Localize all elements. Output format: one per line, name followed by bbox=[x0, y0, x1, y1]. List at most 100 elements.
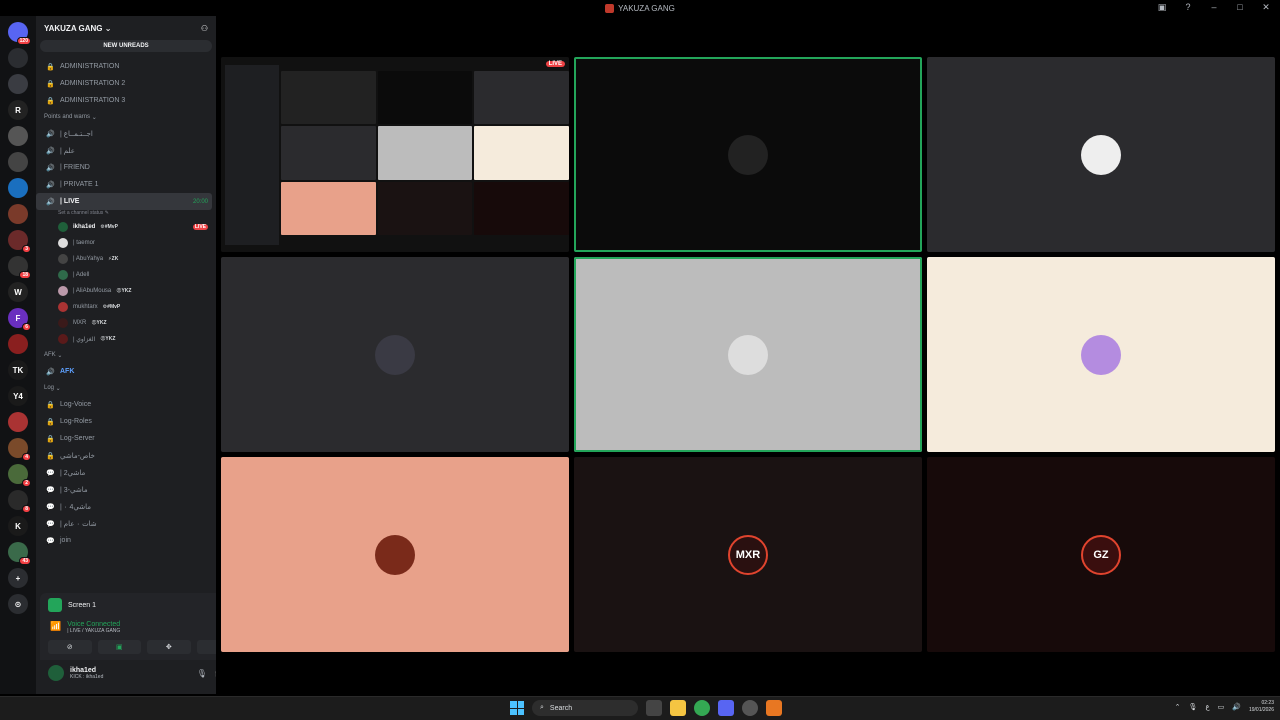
text-channel[interactable]: 💬 | ماشي4 ٠ bbox=[36, 498, 216, 515]
task-view-icon[interactable] bbox=[646, 700, 662, 716]
text-channel[interactable]: 🔒 Log-Roles bbox=[36, 413, 216, 430]
windows-start-icon[interactable] bbox=[510, 701, 524, 715]
tray-chevron-icon[interactable]: ⌃ bbox=[1175, 703, 1181, 711]
server-icon[interactable]: TK bbox=[8, 360, 28, 380]
screen-share-button[interactable]: ▣ bbox=[97, 640, 141, 654]
avatar bbox=[58, 270, 68, 280]
server-icon[interactable]: 2 bbox=[8, 464, 31, 487]
server-icon[interactable]: 18 bbox=[8, 256, 31, 279]
member-name: MXR bbox=[73, 320, 87, 326]
category-points[interactable]: Points and warns ⌄ bbox=[36, 109, 216, 125]
server-icon[interactable] bbox=[8, 74, 28, 94]
file-explorer-icon[interactable] bbox=[670, 700, 686, 716]
soundboard-button[interactable]: ♫ bbox=[196, 640, 216, 654]
input-language[interactable]: ع bbox=[1205, 703, 1209, 711]
server-icon[interactable] bbox=[8, 126, 28, 146]
inbox-icon[interactable]: ▣ bbox=[1156, 2, 1168, 13]
minimize-icon[interactable]: – bbox=[1208, 2, 1220, 13]
participant-tile[interactable]: MXR bbox=[574, 457, 922, 652]
voice-channel-afk[interactable]: 🔊 AFK bbox=[36, 363, 216, 380]
participant-tile[interactable] bbox=[927, 57, 1275, 252]
server-icon[interactable]: 4 bbox=[8, 438, 31, 461]
help-icon[interactable]: ? bbox=[1182, 2, 1194, 13]
text-channel[interactable]: 🔒 Log-Voice bbox=[36, 396, 216, 413]
network-icon[interactable]: ▭ bbox=[1218, 703, 1225, 711]
volume-icon[interactable]: 🔊 bbox=[1232, 703, 1241, 711]
close-icon[interactable]: ✕ bbox=[1260, 2, 1272, 13]
camera-button[interactable]: ⊘ bbox=[48, 640, 92, 654]
voice-channel[interactable]: 🔊 | علم bbox=[36, 142, 216, 159]
chrome-icon[interactable] bbox=[694, 700, 710, 716]
voice-channel[interactable]: 🔊 | PRIVATE 1 bbox=[36, 176, 216, 193]
mic-icon[interactable]: 🎙 bbox=[197, 669, 207, 678]
voice-member[interactable]: | taemor bbox=[36, 235, 216, 251]
avatar bbox=[375, 534, 415, 575]
participant-tile[interactable]: GZ bbox=[927, 457, 1275, 652]
voice-location[interactable]: | LIVE / YAKUZA GANG bbox=[67, 628, 120, 634]
taskbar-search[interactable]: ⌕ Search bbox=[532, 700, 638, 716]
text-channel[interactable]: 💬 join bbox=[36, 532, 216, 549]
voice-channel[interactable]: 🔊 | اجــتـمــاع bbox=[36, 125, 216, 142]
text-channel[interactable]: 💬 | ماشي2 bbox=[36, 464, 216, 481]
server-icon[interactable]: + bbox=[8, 568, 28, 588]
text-channel[interactable]: 🔒 Log-Server bbox=[36, 430, 216, 447]
screen-share-tile[interactable]: LIVE bbox=[221, 57, 569, 252]
vlc-icon[interactable] bbox=[766, 700, 782, 716]
voice-member[interactable]: | Adell bbox=[36, 267, 216, 283]
voice-connected-label[interactable]: Voice Connected bbox=[67, 621, 120, 628]
server-icon[interactable]: 120 bbox=[8, 22, 31, 45]
server-icon[interactable] bbox=[8, 204, 28, 224]
maximize-icon[interactable]: □ bbox=[1234, 2, 1246, 13]
text-channel[interactable]: 🔒 خاص-ماشي bbox=[36, 447, 216, 464]
server-icon[interactable]: 43 bbox=[8, 542, 31, 565]
screen-share-row[interactable]: Screen 1 ⧉ ▤ bbox=[40, 593, 216, 617]
participant-tile[interactable] bbox=[221, 457, 569, 652]
server-icon[interactable]: 3 bbox=[8, 230, 31, 253]
participant-tile[interactable] bbox=[927, 257, 1275, 452]
voice-member[interactable]: MXR 😡YKZ bbox=[36, 315, 216, 331]
settings-app-icon[interactable] bbox=[742, 700, 758, 716]
text-channel[interactable]: 💬 | شات ٠ عام bbox=[36, 515, 216, 532]
text-channel[interactable]: 🔒 ADMINISTRATION 2 bbox=[36, 75, 216, 92]
server-icon[interactable] bbox=[8, 152, 28, 172]
user-area[interactable]: ikha1ed KICK : ikha1ed 🎙 🎧 ⚙ bbox=[40, 660, 216, 686]
category-afk[interactable]: AFK ⌄ bbox=[36, 347, 216, 363]
server-icon[interactable] bbox=[8, 48, 28, 68]
text-channel[interactable]: 💬 | ماشي-3 bbox=[36, 481, 216, 498]
server-icon[interactable]: ⊙ bbox=[8, 594, 28, 614]
voice-channel-live[interactable]: 🔊 | LIVE 20:00 bbox=[36, 193, 212, 210]
signal-icon[interactable]: 📶 bbox=[50, 621, 61, 632]
voice-channel[interactable]: 🔊 | FRIEND bbox=[36, 159, 216, 176]
new-unreads-banner[interactable]: NEW UNREADS bbox=[40, 40, 212, 52]
participant-tile[interactable] bbox=[574, 257, 922, 452]
server-icon[interactable]: Y4 bbox=[8, 386, 28, 406]
server-icon[interactable] bbox=[8, 412, 28, 432]
participant-tile[interactable] bbox=[574, 57, 922, 252]
server-icon[interactable]: R bbox=[8, 100, 28, 120]
tray-mic-icon[interactable]: 🎙 bbox=[1189, 703, 1198, 711]
guild-header[interactable]: YAKUZA GANG ⌄ ⚇ bbox=[36, 16, 216, 40]
add-member-icon[interactable]: ⚇ bbox=[201, 24, 208, 33]
server-icon[interactable]: K bbox=[8, 516, 28, 536]
voice-member[interactable]: | AliAbuMousa 😡YKZ bbox=[36, 283, 216, 299]
server-icon[interactable]: 8 bbox=[8, 490, 31, 513]
participant-tile[interactable] bbox=[221, 257, 569, 452]
activities-button[interactable]: ✥ bbox=[147, 640, 191, 654]
server-icon[interactable]: F6 bbox=[8, 308, 31, 331]
voice-member[interactable]: mukhtarx ⚙#MvP bbox=[36, 299, 216, 315]
text-channel[interactable]: 🔒 ADMINISTRATION bbox=[36, 58, 216, 75]
server-icon[interactable] bbox=[8, 334, 28, 354]
text-channel[interactable]: 🔒 ADMINISTRATION 3 bbox=[36, 92, 216, 109]
server-icon[interactable]: W bbox=[8, 282, 28, 302]
category-log[interactable]: Log ⌄ bbox=[36, 380, 216, 396]
avatar[interactable] bbox=[48, 665, 64, 681]
avatar bbox=[728, 134, 768, 175]
member-name: ikha1ed bbox=[73, 224, 96, 230]
discord-icon[interactable] bbox=[718, 700, 734, 716]
clock[interactable]: 02:23 19/01/2026 bbox=[1249, 700, 1274, 714]
server-icon[interactable] bbox=[8, 178, 28, 198]
voice-member[interactable]: | الغزاوي 😡YKZ bbox=[36, 331, 216, 347]
set-channel-status[interactable]: Set a channel status ✎ bbox=[36, 210, 216, 219]
voice-member[interactable]: | AbuYahya ⚡ZK bbox=[36, 251, 216, 267]
voice-member[interactable]: ikha1ed ⚙#MvP LIVE bbox=[36, 219, 216, 235]
